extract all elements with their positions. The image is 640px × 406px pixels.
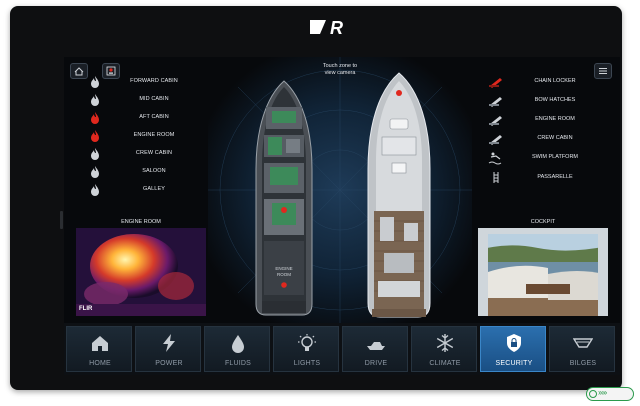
hatch-crew-cabin[interactable]: CREW CABIN xyxy=(488,132,598,148)
hatch-passarelle[interactable]: PASSARELLE xyxy=(488,171,598,187)
boat-icon xyxy=(367,342,385,350)
hatch-label: ENGINE ROOM xyxy=(535,116,575,122)
home-shortcut-button[interactable] xyxy=(70,63,88,79)
hatch-engine-room[interactable]: ENGINE ROOM xyxy=(488,113,598,129)
hatch-bow-hatches[interactable]: BOW HATCHES xyxy=(488,94,598,110)
snowflake-icon xyxy=(436,334,454,352)
hatch-label: PASSARELLE xyxy=(537,174,573,180)
fire-zone-label: GALLEY xyxy=(142,186,165,192)
hatch-label: BOW HATCHES xyxy=(534,97,576,103)
fire-zone-label: CREW CABIN xyxy=(135,150,173,156)
hatch-label: CHAIN LOCKER xyxy=(534,78,576,84)
display-bezel: R FORWARD CABIN MID CABIN AFT CABIN ENGI… xyxy=(10,6,622,390)
lightning-icon xyxy=(163,334,175,352)
mid-cabin-zone xyxy=(268,137,282,155)
nav-drive-button[interactable]: DRIVE xyxy=(342,326,408,372)
fire-zone-label: FORWARD CABIN xyxy=(130,78,178,84)
main-deck-plan[interactable] xyxy=(364,71,434,321)
nav-label: DRIVE xyxy=(364,360,388,367)
hatch-open-icon xyxy=(489,78,502,88)
bottom-navigation: HOME POWER FLUIDS LIGHTS DRIVE CLIMATE S… xyxy=(64,323,620,375)
aft-cabin-alarm-dot xyxy=(281,207,287,213)
forward-cabin-zone xyxy=(272,111,296,123)
nav-lights-button[interactable]: LIGHTS xyxy=(273,326,339,372)
flame-icon xyxy=(91,148,99,160)
flame-icon xyxy=(91,166,99,178)
fire-zone-label: AFT CABIN xyxy=(139,114,169,120)
flir-brand-label: FLIR xyxy=(79,306,93,312)
fire-zone-galley[interactable]: GALLEY xyxy=(90,183,190,199)
hatch-closed-icon xyxy=(489,116,502,126)
lock-icon xyxy=(507,334,521,352)
fire-zone-saloon[interactable]: SALOON xyxy=(90,165,190,181)
menu-icon xyxy=(599,68,607,74)
hatch-swim-platform[interactable]: SWIM PLATFORM xyxy=(488,151,598,167)
nav-home-button[interactable]: HOME xyxy=(66,326,132,372)
swipe-indicator[interactable]: ››››› xyxy=(586,387,634,401)
nav-bilges-button[interactable]: BILGES xyxy=(549,326,615,372)
chevrons-right-icon: ››››› xyxy=(598,388,607,397)
nav-label: BILGES xyxy=(569,360,597,367)
nav-label: HOME xyxy=(89,360,111,367)
engine-room-alarm-dot xyxy=(281,282,287,288)
side-notch xyxy=(60,211,63,229)
brand-logo-text: R xyxy=(330,18,343,38)
fire-zone-label: MID CABIN xyxy=(139,96,169,102)
touch-hint-line2: view camera xyxy=(324,70,356,76)
fire-zone-mid-cabin[interactable]: MID CABIN xyxy=(90,93,190,109)
home-icon xyxy=(74,66,84,75)
swim-platform-icon xyxy=(488,152,502,165)
flame-alarm-icon xyxy=(91,130,99,142)
fire-zone-label: SALOON xyxy=(142,168,166,174)
lower-deck-plan[interactable]: ENGINE ROOM xyxy=(252,79,316,319)
chain-locker-alarm-dot xyxy=(396,90,402,96)
droplet-icon xyxy=(232,335,244,353)
bulb-icon xyxy=(298,334,316,351)
touch-hint-line1: Touch zone to xyxy=(322,63,358,69)
nav-security-button[interactable]: SECURITY xyxy=(480,326,546,372)
hatch-label: CREW CABIN xyxy=(537,135,573,141)
cockpit-camera-label: COCKPIT xyxy=(530,219,556,225)
flame-alarm-icon xyxy=(91,112,99,124)
security-screen: FORWARD CABIN MID CABIN AFT CABIN ENGINE… xyxy=(64,57,620,375)
passarelle-icon xyxy=(493,172,499,183)
cockpit-camera[interactable] xyxy=(478,228,608,316)
engine-room-thermal-camera[interactable]: FLIR xyxy=(76,228,206,316)
hatch-closed-icon xyxy=(489,135,502,145)
nav-power-button[interactable]: POWER xyxy=(135,326,201,372)
thermal-image xyxy=(76,228,206,316)
touch-zone-hint: Touch zone to view camera xyxy=(308,63,372,77)
fire-zone-label: ENGINE ROOM xyxy=(133,132,175,138)
nav-label: POWER xyxy=(155,360,183,367)
nav-label: CLIMATE xyxy=(429,360,461,367)
fire-zone-engine-room[interactable]: ENGINE ROOM xyxy=(90,129,190,145)
hatch-chain-locker[interactable]: CHAIN LOCKER xyxy=(488,75,598,91)
flame-icon xyxy=(91,76,99,88)
fire-zone-aft-cabin[interactable]: AFT CABIN xyxy=(90,111,190,127)
nav-label: LIGHTS xyxy=(293,360,321,367)
hatch-label: SWIM PLATFORM xyxy=(531,154,579,160)
fire-zone-crew-cabin[interactable]: CREW CABIN xyxy=(90,147,190,163)
nav-label: SECURITY xyxy=(495,360,533,367)
nav-climate-button[interactable]: CLIMATE xyxy=(411,326,477,372)
brand-logo: R xyxy=(310,18,343,38)
swipe-dot-icon xyxy=(589,390,597,398)
cockpit-image xyxy=(478,228,608,316)
engine-room-camera-label: ENGINE ROOM xyxy=(121,219,161,225)
engine-room-label-line2: ROOM xyxy=(277,272,291,277)
nav-fluids-button[interactable]: FLUIDS xyxy=(204,326,270,372)
nav-label: FLUIDS xyxy=(224,360,252,367)
fire-zone-forward-cabin[interactable]: FORWARD CABIN xyxy=(90,75,190,91)
home-icon xyxy=(92,336,108,351)
flame-icon xyxy=(91,184,99,196)
engine-room-label-line1: ENGINE xyxy=(275,266,292,271)
hatch-closed-icon xyxy=(489,97,502,107)
flame-icon xyxy=(91,94,99,106)
bilge-icon xyxy=(573,338,593,348)
